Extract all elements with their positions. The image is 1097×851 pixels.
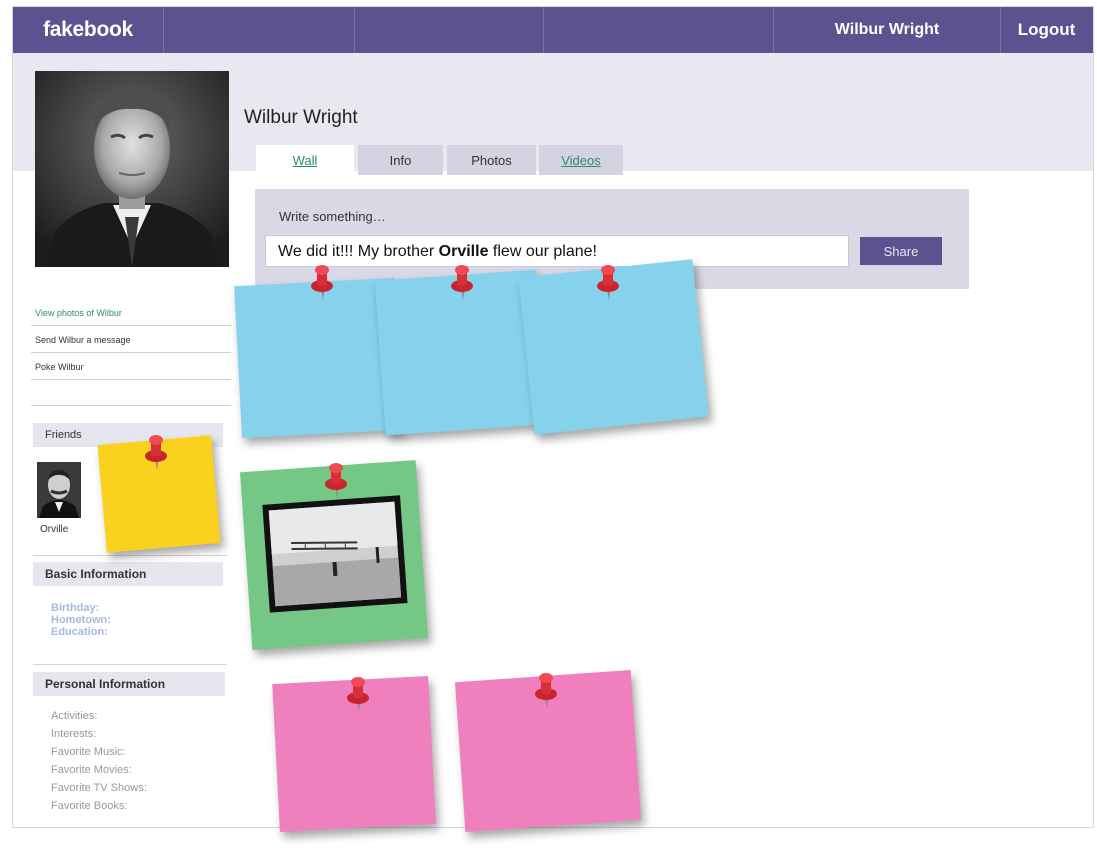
profile-photo[interactable]: [35, 71, 229, 267]
pushpin-icon: [597, 265, 619, 300]
status-text-bold: Orville: [438, 243, 489, 260]
sidebar-rule: [33, 664, 227, 665]
status-text-2: flew our plane!: [488, 243, 597, 260]
personal-info-header: Personal Information: [33, 672, 225, 696]
nav-slot-1[interactable]: [164, 7, 355, 53]
birthday-label: Birthday:: [51, 602, 100, 614]
view-photos-link[interactable]: View photos of Wilbur: [31, 300, 231, 326]
tab-photos[interactable]: Photos: [447, 145, 536, 175]
pushpin-icon: [535, 673, 557, 708]
favorite-tv-label: Favorite TV Shows:: [51, 782, 147, 794]
pushpin-icon: [347, 677, 369, 712]
profile-name: Wilbur Wright: [244, 107, 358, 128]
education-label: Education:: [51, 626, 108, 638]
interests-label: Interests:: [51, 728, 97, 740]
sidebar-divider: [31, 405, 231, 406]
poke-link[interactable]: Poke Wilbur: [31, 354, 231, 380]
send-message-link[interactable]: Send Wilbur a message: [31, 327, 231, 353]
friend-photo[interactable]: [37, 462, 81, 518]
tab-wall[interactable]: Wall: [256, 145, 354, 175]
pushpin-icon: [145, 435, 167, 470]
favorite-music-label: Favorite Music:: [51, 746, 126, 758]
sidebar-rule: [33, 555, 227, 556]
hometown-label: Hometown:: [51, 614, 111, 626]
top-nav-bar: fakebook Wilbur Wright Logout: [13, 7, 1093, 53]
favorite-books-label: Favorite Books:: [51, 800, 128, 812]
status-text-1: We did it!!! My brother: [278, 243, 439, 260]
airplane-photo[interactable]: [262, 495, 408, 613]
logout-button[interactable]: Logout: [1000, 7, 1093, 53]
site-logo[interactable]: fakebook: [13, 7, 164, 53]
friend-name[interactable]: Orville: [40, 524, 68, 535]
share-button[interactable]: Share: [860, 237, 942, 265]
nav-slot-2[interactable]: [355, 7, 544, 53]
composer-label: Write something…: [279, 209, 386, 224]
pushpin-icon: [451, 265, 473, 300]
tab-videos[interactable]: Videos: [539, 145, 623, 175]
pushpin-icon: [311, 265, 333, 300]
pushpin-icon: [325, 463, 347, 498]
activities-label: Activities:: [51, 710, 98, 722]
favorite-movies-label: Favorite Movies:: [51, 764, 132, 776]
basic-info-header: Basic Information: [33, 562, 223, 586]
nav-user-link[interactable]: Wilbur Wright: [773, 7, 1001, 53]
status-input[interactable]: We did it!!! My brother Orville flew our…: [265, 235, 849, 267]
tab-info[interactable]: Info: [358, 145, 443, 175]
